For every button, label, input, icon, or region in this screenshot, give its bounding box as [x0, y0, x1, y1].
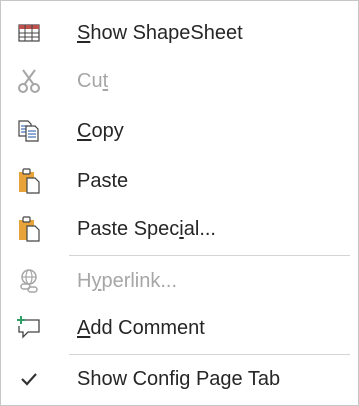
menu-item-label: Paste Special... — [77, 218, 216, 240]
menu-item-label: Hyperlink... — [77, 270, 178, 292]
shapesheet-icon — [15, 19, 43, 47]
menu-item-hyperlink[interactable]: Hyperlink... — [1, 257, 358, 305]
menu-item-add-comment[interactable]: Add Comment — [1, 304, 358, 352]
menu-item-label: Show ShapeSheet — [77, 22, 243, 44]
menu-separator — [69, 255, 350, 256]
copy-icon — [15, 117, 43, 145]
add-comment-icon — [15, 314, 43, 342]
context-menu: Show ShapeSheet Cut Copy Paste Paste Spe… — [0, 0, 359, 406]
menu-item-show-config-page-tab[interactable]: Show Config Page Tab — [1, 355, 358, 403]
menu-item-label: Copy — [77, 120, 124, 142]
menu-item-label: Paste — [77, 170, 129, 192]
paste-special-icon — [15, 215, 43, 243]
menu-item-label: Show Config Page Tab — [77, 368, 281, 390]
hyperlink-icon — [15, 267, 43, 295]
paste-icon — [15, 167, 43, 195]
checkmark-icon — [15, 365, 43, 393]
menu-item-paste-special[interactable]: Paste Special... — [1, 205, 358, 253]
menu-item-cut[interactable]: Cut — [1, 57, 358, 105]
scissors-icon — [15, 67, 43, 95]
menu-item-paste[interactable]: Paste — [1, 157, 358, 205]
menu-item-copy[interactable]: Copy — [1, 107, 358, 155]
menu-item-show-shapesheet[interactable]: Show ShapeSheet — [1, 9, 358, 57]
menu-item-label: Cut — [77, 70, 109, 92]
menu-item-label: Add Comment — [77, 317, 205, 339]
